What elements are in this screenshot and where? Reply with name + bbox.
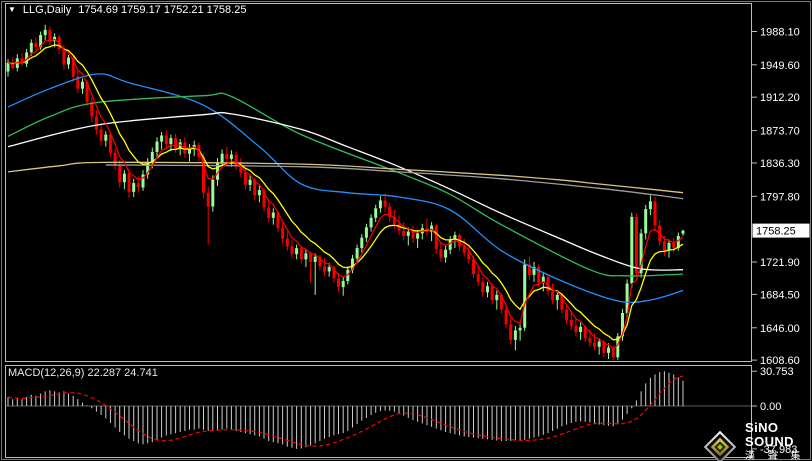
ma-red (7, 38, 684, 350)
svg-text:1758.25: 1758.25 (756, 226, 796, 238)
indicator-label: MACD(12,26,9) 22.287 24.741 (8, 367, 158, 379)
broker-logo: SiNO SOUND 漢 聲 集 團 (702, 420, 812, 461)
svg-text:30.753: 30.753 (760, 366, 794, 378)
macd-layer (6, 371, 751, 449)
ma-overlays-layer (7, 38, 684, 350)
chart-canvas[interactable]: 1988.10 1949.60 1912.20 1873.70 1836.30 1797.… (0, 0, 812, 461)
logo-brand-text: SiNO SOUND (745, 420, 794, 450)
ma-gray (105, 164, 684, 200)
svg-text:1684.50: 1684.50 (760, 289, 800, 301)
svg-text:1912.20: 1912.20 (760, 92, 800, 104)
svg-text:1949.60: 1949.60 (760, 60, 800, 72)
pane-borders (1, 1, 811, 460)
svg-text:1646.00: 1646.00 (760, 323, 800, 335)
chart-title: ▼ LLG,Daily 1754.69 1759.17 1752.21 1758… (8, 4, 246, 16)
sino-sound-diamond-icon (702, 429, 738, 461)
ohlc-values: 1754.69 1759.17 1752.21 1758.25 (78, 4, 247, 16)
svg-text:0.00: 0.00 (760, 401, 781, 413)
logo-brand-text-cn: 漢 聲 集 團 (745, 450, 806, 461)
svg-text:1988.10: 1988.10 (760, 27, 800, 39)
current-price-tag: 1758.25 (752, 223, 810, 238)
svg-text:1797.80: 1797.80 (760, 191, 800, 203)
svg-text:1721.90: 1721.90 (760, 257, 800, 269)
symbol-label: LLG,Daily (22, 4, 72, 16)
svg-text:1836.30: 1836.30 (760, 158, 800, 170)
svg-text:1873.70: 1873.70 (760, 126, 800, 138)
macd-signal-line (7, 375, 684, 447)
ma-blue (7, 73, 684, 304)
ma-tan (7, 161, 684, 194)
symbol-dropdown-icon[interactable]: ▼ (8, 5, 16, 15)
price-axis[interactable]: 1988.10 1949.60 1912.20 1873.70 1836.30 1797.… (751, 27, 800, 368)
chart-window: 1988.10 1949.60 1912.20 1873.70 1836.30 1797.… (0, 0, 812, 461)
